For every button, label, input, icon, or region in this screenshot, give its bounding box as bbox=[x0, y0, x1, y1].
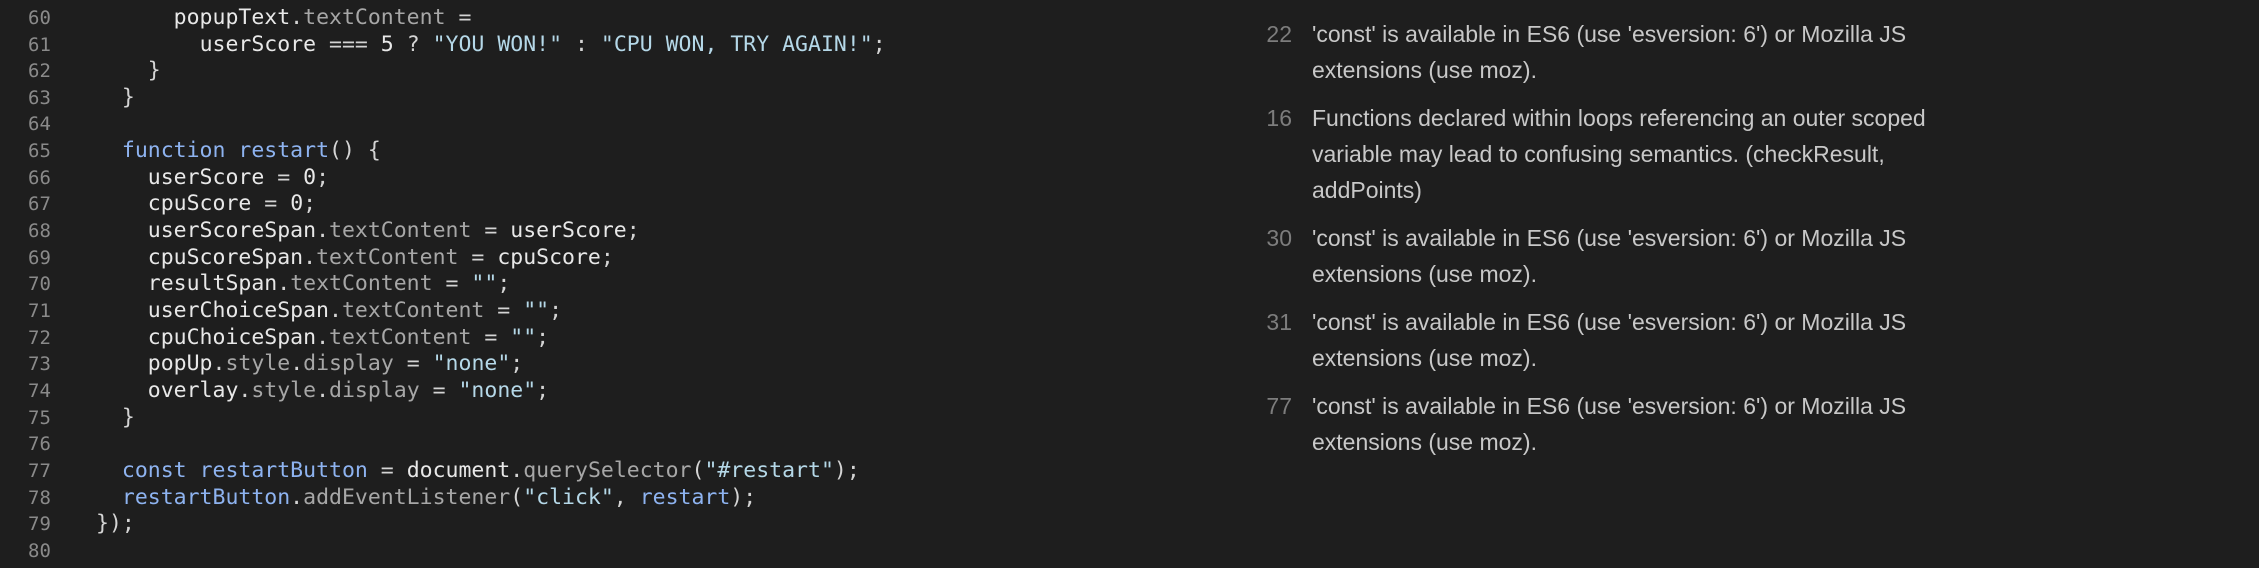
code-line: 68 userScoreSpan.textContent = userScore… bbox=[0, 217, 640, 244]
code-text: userChoiceSpan.textContent = ""; bbox=[147, 298, 563, 323]
code-text: } bbox=[96, 58, 161, 83]
issue-line-number: 31 bbox=[1266, 309, 1292, 335]
line-number: 67 bbox=[28, 193, 51, 215]
line-number: 66 bbox=[28, 167, 51, 189]
line-number: 80 bbox=[28, 540, 51, 562]
code-text: } bbox=[96, 405, 135, 430]
issue-message: 'const' is available in ES6 (use 'esvers… bbox=[1312, 393, 1907, 455]
line-number: 72 bbox=[28, 327, 51, 349]
issue-line-number: 30 bbox=[1266, 225, 1292, 251]
code-text: userScoreSpan.textContent = userScore; bbox=[147, 218, 640, 243]
line-number: 71 bbox=[28, 300, 51, 322]
code-text: popUp.style.display = "none"; bbox=[147, 351, 524, 376]
code-line: 79}); bbox=[0, 510, 135, 537]
code-text: }); bbox=[96, 511, 135, 536]
lint-warnings-panel: 22 'const' is available in ES6 (use 'esv… bbox=[1250, 0, 2250, 568]
code-line: 76 bbox=[0, 430, 96, 457]
line-number: 69 bbox=[28, 247, 51, 269]
code-line: 74 overlay.style.display = "none"; bbox=[0, 377, 549, 404]
code-line: 70 resultSpan.textContent = ""; bbox=[0, 270, 510, 297]
code-text: cpuScoreSpan.textContent = cpuScore; bbox=[147, 245, 614, 270]
code-text: userScore === 5 ? "YOU WON!" : "CPU WON,… bbox=[199, 32, 886, 57]
issue-line-number: 77 bbox=[1266, 393, 1292, 419]
code-line: 71 userChoiceSpan.textContent = ""; bbox=[0, 297, 562, 324]
line-number: 60 bbox=[28, 7, 51, 29]
lint-issue[interactable]: 31 'const' is available in ES6 (use 'esv… bbox=[1250, 304, 2210, 376]
line-number: 64 bbox=[28, 113, 51, 135]
issue-message: 'const' is available in ES6 (use 'esvers… bbox=[1312, 225, 1907, 287]
lint-issue[interactable]: 22 'const' is available in ES6 (use 'esv… bbox=[1250, 16, 2210, 88]
line-number: 61 bbox=[28, 34, 51, 56]
issue-line-number: 22 bbox=[1266, 21, 1292, 47]
code-line: 65 function restart() { bbox=[0, 137, 381, 164]
line-number: 73 bbox=[28, 353, 51, 375]
code-text: restartButton.addEventListener("click", … bbox=[121, 485, 757, 510]
code-line: 73 popUp.style.display = "none"; bbox=[0, 350, 523, 377]
code-text: popupText.textContent = bbox=[173, 5, 472, 30]
issue-message: Functions declared within loops referenc… bbox=[1312, 105, 1926, 203]
code-line: 64 bbox=[0, 110, 96, 137]
code-text: cpuScore = 0; bbox=[147, 191, 317, 216]
code-text: function restart() { bbox=[121, 138, 381, 163]
line-number: 70 bbox=[28, 273, 51, 295]
line-number: 63 bbox=[28, 87, 51, 109]
issue-message: 'const' is available in ES6 (use 'esvers… bbox=[1312, 21, 1907, 83]
code-text: userScore = 0; bbox=[147, 165, 330, 190]
code-text: cpuChoiceSpan.textContent = ""; bbox=[147, 325, 550, 350]
issue-message: 'const' is available in ES6 (use 'esvers… bbox=[1312, 309, 1907, 371]
code-line: 63 } bbox=[0, 84, 135, 111]
code-line: 77 const restartButton = document.queryS… bbox=[0, 457, 860, 484]
line-number: 74 bbox=[28, 380, 51, 402]
code-line: 75 } bbox=[0, 404, 135, 431]
code-line: 61 userScore === 5 ? "YOU WON!" : "CPU W… bbox=[0, 31, 886, 58]
lint-issue[interactable]: 30 'const' is available in ES6 (use 'esv… bbox=[1250, 220, 2210, 292]
line-number: 78 bbox=[28, 487, 51, 509]
line-number: 79 bbox=[28, 513, 51, 535]
line-number: 76 bbox=[28, 433, 51, 455]
code-line: 60 popupText.textContent = bbox=[0, 4, 471, 31]
lint-issue[interactable]: 77 'const' is available in ES6 (use 'esv… bbox=[1250, 388, 2210, 460]
code-line: 69 cpuScoreSpan.textContent = cpuScore; bbox=[0, 244, 614, 271]
code-text: overlay.style.display = "none"; bbox=[147, 378, 550, 403]
code-line: 72 cpuChoiceSpan.textContent = ""; bbox=[0, 324, 549, 351]
line-number: 65 bbox=[28, 140, 51, 162]
lint-issue[interactable]: 16 Functions declared within loops refer… bbox=[1250, 100, 2210, 208]
line-number: 77 bbox=[28, 460, 51, 482]
line-number: 62 bbox=[28, 60, 51, 82]
code-text: const restartButton = document.querySele… bbox=[121, 458, 860, 483]
code-line: 62 } bbox=[0, 57, 161, 84]
issue-line-number: 16 bbox=[1266, 105, 1292, 131]
jshint-screen: 60 popupText.textContent = 61 userScore … bbox=[0, 0, 2259, 568]
line-number: 68 bbox=[28, 220, 51, 242]
code-line: 80 bbox=[0, 537, 96, 564]
line-number: 75 bbox=[28, 407, 51, 429]
code-line: 78 restartButton.addEventListener("click… bbox=[0, 484, 756, 511]
code-text: } bbox=[96, 85, 135, 110]
code-line: 67 cpuScore = 0; bbox=[0, 190, 316, 217]
code-line: 66 userScore = 0; bbox=[0, 164, 329, 191]
code-editor[interactable]: 60 popupText.textContent = 61 userScore … bbox=[0, 0, 1230, 568]
code-text: resultSpan.textContent = ""; bbox=[147, 271, 511, 296]
